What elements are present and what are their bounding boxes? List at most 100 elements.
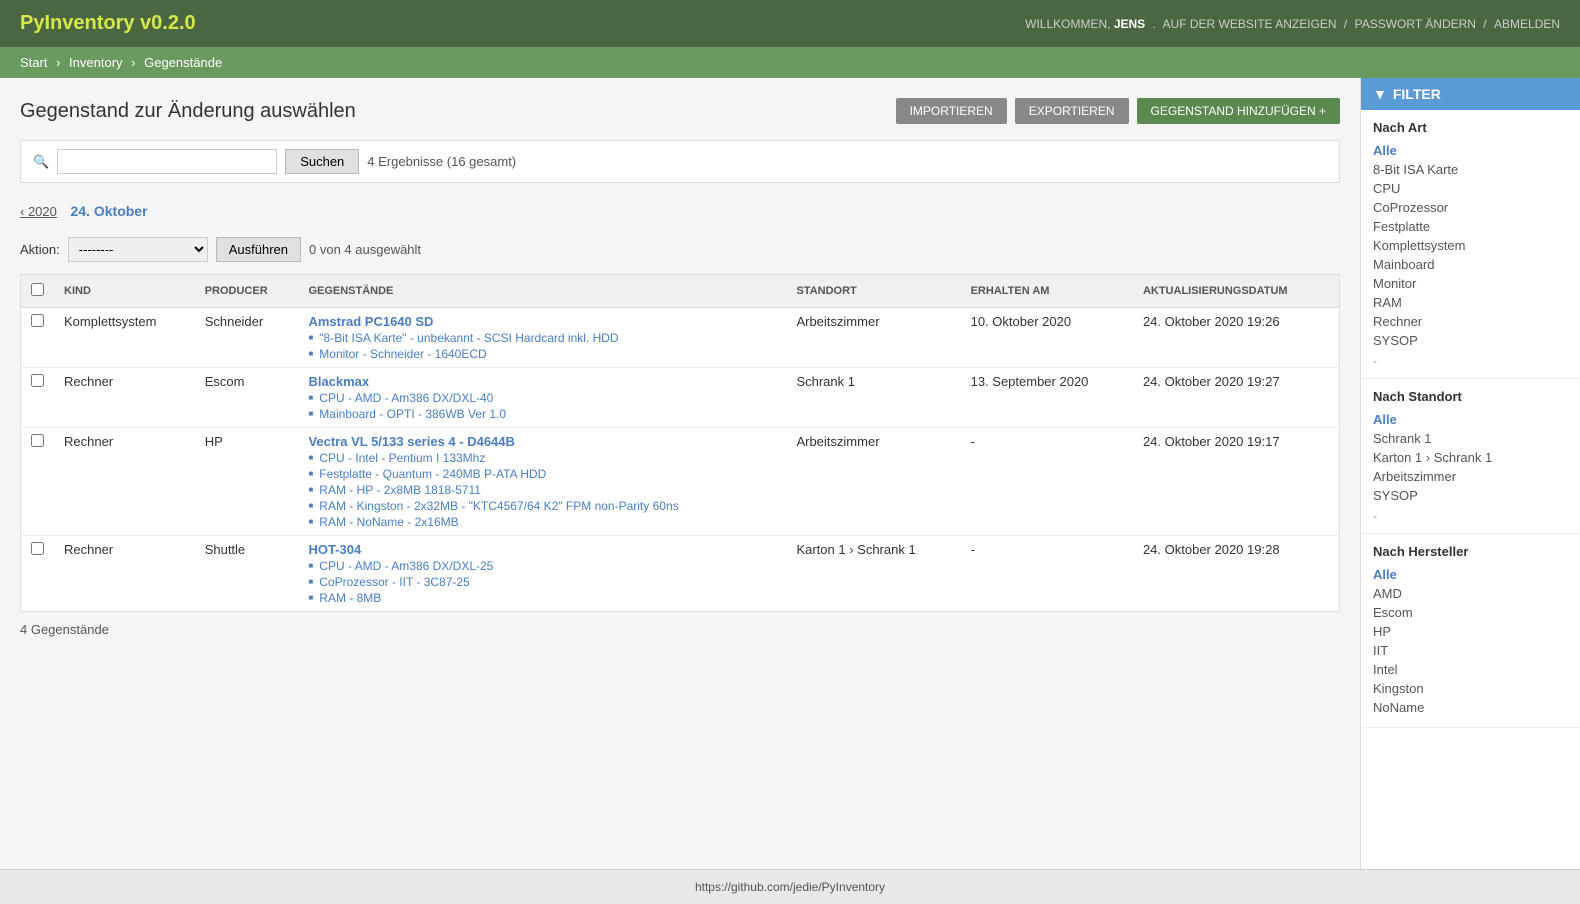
filter-item[interactable]: Rechner (1373, 312, 1568, 331)
filter-item[interactable]: IIT (1373, 641, 1568, 660)
filter-title: FILTER (1393, 86, 1441, 102)
item-name-link[interactable]: Amstrad PC1640 SD (308, 314, 433, 329)
search-bar: 🔍 Suchen 4 Ergebnisse (16 gesamt) (20, 140, 1340, 183)
filter-section: Nach Standort AlleSchrank 1Karton 1 › Sch… (1361, 379, 1580, 534)
username: JENS (1114, 17, 1145, 31)
sub-item-link[interactable]: CPU - AMD - Am386 DX/DXL-40 (319, 391, 493, 405)
filter-header: ▼ FILTER (1361, 78, 1580, 110)
row-checkbox[interactable] (31, 314, 44, 327)
cell-producer: Escom (195, 368, 299, 428)
sub-item-link[interactable]: "8-Bit ISA Karte" - unbekannt - SCSI Har… (319, 331, 618, 345)
filter-section-title: Nach Standort (1373, 389, 1568, 404)
filter-item[interactable]: CoProzessor (1373, 198, 1568, 217)
page-title: Gegenstand zur Änderung auswählen (20, 100, 356, 123)
search-input[interactable] (57, 149, 277, 174)
filter-item[interactable]: Mainboard (1373, 255, 1568, 274)
cell-producer: HP (195, 428, 299, 536)
item-name-link[interactable]: Vectra VL 5/133 series 4 - D4644B (308, 434, 514, 449)
content-area: Gegenstand zur Änderung auswählen IMPORT… (0, 78, 1360, 869)
breadcrumb: Start › Inventory › Gegenstände (0, 47, 1580, 78)
app-header: PyInventory v0.2.0 WILLKOMMEN, JENS . AU… (0, 0, 1580, 47)
sub-item-link[interactable]: CoProzessor - IIT - 3C87-25 (319, 575, 470, 589)
table-header: KIND PRODUCER GEGENSTÄNDE STANDORT ERHAL… (21, 275, 1340, 308)
filter-item[interactable]: Komplettsystem (1373, 236, 1568, 255)
filter-item[interactable]: Alle (1373, 565, 1568, 584)
sub-item-link[interactable]: RAM - HP - 2x8MB 1818-5711 (319, 483, 481, 497)
breadcrumb-start[interactable]: Start (20, 55, 47, 70)
greeting-text: WILLKOMMEN, (1025, 17, 1110, 31)
filter-more[interactable]: - (1373, 509, 1568, 523)
filter-item[interactable]: Arbeitszimmer (1373, 467, 1568, 486)
filter-section: Nach HerstellerAlleAMDEscomHPIITIntelKin… (1361, 534, 1580, 728)
col-gegenstaende: GEGENSTÄNDE (298, 275, 786, 308)
sub-item-link[interactable]: RAM - 8MB (319, 591, 381, 605)
sub-item-link[interactable]: CPU - Intel - Pentium I 133Mhz (319, 451, 485, 465)
filter-item[interactable]: Intel (1373, 660, 1568, 679)
filter-item[interactable]: Alle (1373, 410, 1568, 429)
export-button[interactable]: EXPORTIEREN (1015, 98, 1129, 124)
table-body: KomplettsystemSchneiderAmstrad PC1640 SD… (21, 308, 1340, 612)
nav-website-link[interactable]: AUF DER WEBSITE ANZEIGEN (1163, 17, 1337, 31)
content-header: Gegenstand zur Änderung auswählen IMPORT… (20, 98, 1340, 124)
footer-link[interactable]: https://github.com/jedie/PyInventory (695, 880, 885, 894)
cell-aktualisiert: 24. Oktober 2020 19:26 (1133, 308, 1340, 368)
filter-item[interactable]: Schrank 1 (1373, 429, 1568, 448)
filter-item[interactable]: Alle (1373, 141, 1568, 160)
date-nav: ‹ 2020 24. Oktober (20, 195, 1340, 227)
filter-icon: ▼ (1373, 86, 1387, 102)
cell-kind: Rechner (54, 368, 195, 428)
action-select[interactable]: -------- (68, 237, 208, 262)
app-title: PyInventory v0.2.0 (20, 12, 196, 35)
filter-item[interactable]: NoName (1373, 698, 1568, 717)
cell-erhalten: 13. September 2020 (961, 368, 1133, 428)
execute-button[interactable]: Ausführen (216, 237, 301, 262)
cell-erhalten: - (961, 428, 1133, 536)
current-date: 24. Oktober (71, 203, 148, 219)
nav-logout-link[interactable]: ABMELDEN (1494, 17, 1560, 31)
filter-item[interactable]: SYSOP (1373, 331, 1568, 350)
add-item-button[interactable]: GEGENSTAND HINZUFÜGEN + (1137, 98, 1340, 124)
cell-standort: Schrank 1 (786, 368, 960, 428)
sub-item-link[interactable]: CPU - AMD - Am386 DX/DXL-25 (319, 559, 493, 573)
breadcrumb-inventory[interactable]: Inventory (69, 55, 122, 70)
cell-erhalten: 10. Oktober 2020 (961, 308, 1133, 368)
cell-standort: Arbeitszimmer (786, 308, 960, 368)
filter-item[interactable]: Karton 1 › Schrank 1 (1373, 448, 1568, 467)
filter-item[interactable]: CPU (1373, 179, 1568, 198)
filter-item[interactable]: Festplatte (1373, 217, 1568, 236)
sub-item-link[interactable]: Mainboard - OPTI - 386WB Ver 1.0 (319, 407, 506, 421)
table-row: RechnerShuttleHOT-304CPU - AMD - Am386 D… (21, 536, 1340, 612)
search-button[interactable]: Suchen (285, 149, 359, 174)
search-results-info: 4 Ergebnisse (16 gesamt) (367, 154, 516, 169)
sub-item-link[interactable]: RAM - NoName - 2x16MB (319, 515, 458, 529)
cell-kind: Rechner (54, 536, 195, 612)
nav-password-link[interactable]: PASSWORT ÄNDERN (1355, 17, 1476, 31)
filter-item[interactable]: HP (1373, 622, 1568, 641)
col-standort: STANDORT (786, 275, 960, 308)
row-checkbox[interactable] (31, 374, 44, 387)
sub-item-link[interactable]: Monitor - Schneider - 1640ECD (319, 347, 486, 361)
item-name-link[interactable]: HOT-304 (308, 542, 361, 557)
main-container: Gegenstand zur Änderung auswählen IMPORT… (0, 78, 1580, 869)
filter-more[interactable]: - (1373, 354, 1568, 368)
search-icon: 🔍 (33, 154, 49, 170)
filter-item[interactable]: AMD (1373, 584, 1568, 603)
prev-date-link[interactable]: ‹ 2020 (20, 204, 57, 219)
filter-item[interactable]: RAM (1373, 293, 1568, 312)
filter-item[interactable]: Escom (1373, 603, 1568, 622)
filter-item[interactable]: 8-Bit ISA Karte (1373, 160, 1568, 179)
row-checkbox[interactable] (31, 542, 44, 555)
sub-item-link[interactable]: Festplatte - Quantum - 240MB P-ATA HDD (319, 467, 546, 481)
item-name-link[interactable]: Blackmax (308, 374, 369, 389)
row-checkbox[interactable] (31, 434, 44, 447)
col-kind: KIND (54, 275, 195, 308)
import-button[interactable]: IMPORTIEREN (896, 98, 1007, 124)
select-all-checkbox[interactable] (31, 283, 44, 296)
filter-item[interactable]: SYSOP (1373, 486, 1568, 505)
sub-item-link[interactable]: RAM - Kingston - 2x32MB - "KTC4567/64 K2… (319, 499, 678, 513)
filter-item[interactable]: Monitor (1373, 274, 1568, 293)
filter-item[interactable]: Kingston (1373, 679, 1568, 698)
user-nav: WILLKOMMEN, JENS . AUF DER WEBSITE ANZEI… (1025, 17, 1560, 31)
selected-info: 0 von 4 ausgewählt (309, 242, 421, 257)
items-count: 4 Gegenstände (20, 612, 1340, 647)
